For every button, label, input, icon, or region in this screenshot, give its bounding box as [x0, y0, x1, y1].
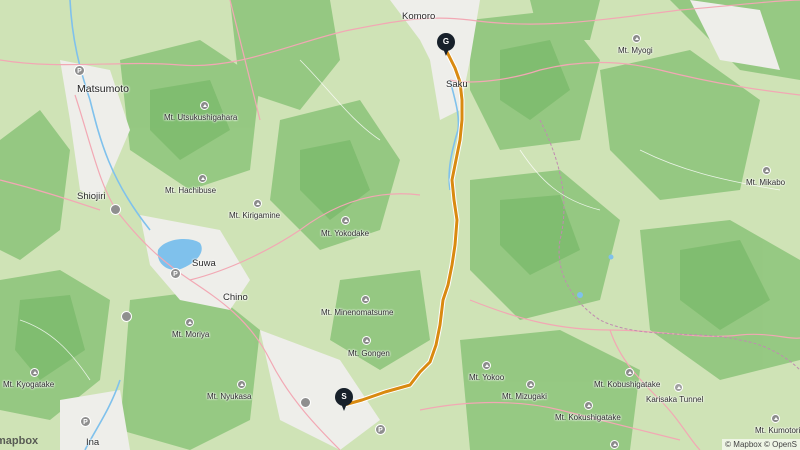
peak-label-hachibuse: Mt. Hachibuse [165, 186, 217, 195]
start-marker[interactable]: S [335, 388, 353, 412]
peak-icon [610, 440, 619, 449]
peak-label-minenomatsume: Mt. Minenomatsume [321, 308, 394, 317]
peak-icon [625, 368, 634, 377]
peak-icon [198, 174, 207, 183]
parking-icon: P [375, 424, 386, 435]
parking-icon: P [74, 65, 85, 76]
peak-icon [362, 336, 371, 345]
peak-icon [762, 166, 771, 175]
peak-label-kokushigatake: Mt. Kokushigatake [555, 413, 621, 422]
peak-icon [341, 216, 350, 225]
peak-icon [237, 380, 246, 389]
peak-icon [185, 318, 194, 327]
goal-marker-label: G [437, 33, 455, 51]
map-attribution[interactable]: © Mapbox © OpenS [722, 439, 800, 450]
map-canvas[interactable]: Matsumoto Shiojiri Suwa Chino Komoro Sak… [0, 0, 800, 450]
peak-icon [361, 295, 370, 304]
start-marker-label: S [335, 388, 353, 406]
peak-icon [632, 34, 641, 43]
peak-label-utsukushigahara: Mt. Utsukushigahara [164, 113, 238, 122]
peak-icon [482, 361, 491, 370]
peak-label-kobushigatake: Mt. Kobushigatake [594, 380, 661, 389]
city-label-chino: Chino [223, 292, 248, 303]
mapbox-logo[interactable]: mapbox [0, 435, 38, 447]
city-label-ina: Ina [86, 437, 100, 448]
peak-label-myogi: Mt. Myogi [618, 46, 653, 55]
city-label-saku: Saku [446, 79, 468, 90]
peak-icon [253, 199, 262, 208]
tunnel-icon [674, 383, 683, 392]
poi-icon [300, 397, 311, 408]
city-label-suwa: Suwa [192, 258, 216, 269]
peak-label-mikabo: Mt. Mikabo [746, 178, 786, 187]
peak-icon [200, 101, 209, 110]
peak-label-kumotori: Mt. Kumotori [755, 426, 800, 435]
poi-icon [121, 311, 132, 322]
goal-marker[interactable]: G [437, 33, 455, 57]
peak-label-yokodake: Mt. Yokodake [321, 229, 370, 238]
parking-icon: P [80, 416, 91, 427]
peak-icon [584, 401, 593, 410]
peak-label-nyukasa: Mt. Nyukasa [207, 392, 252, 401]
peak-label-moriya: Mt. Moriya [172, 330, 210, 339]
peak-label-kyogatake: Mt. Kyogatake [3, 380, 55, 389]
peak-icon [526, 380, 535, 389]
peak-label-gongen: Mt. Gongen [348, 349, 390, 358]
poi-icon [110, 204, 121, 215]
city-label-shiojiri: Shiojiri [77, 191, 106, 202]
peak-label-mizugaki: Mt. Mizugaki [502, 392, 547, 401]
parking-icon: P [170, 268, 181, 279]
place-label-karisaka-tunnel: Karisaka Tunnel [646, 395, 704, 404]
peak-label-kirigamine: Mt. Kirigamine [229, 211, 281, 220]
city-label-komoro: Komoro [402, 11, 436, 22]
peak-icon [771, 414, 780, 423]
peak-icon [30, 368, 39, 377]
peak-label-yokoo: Mt. Yokoo [469, 373, 505, 382]
city-label-matsumoto: Matsumoto [77, 83, 129, 95]
